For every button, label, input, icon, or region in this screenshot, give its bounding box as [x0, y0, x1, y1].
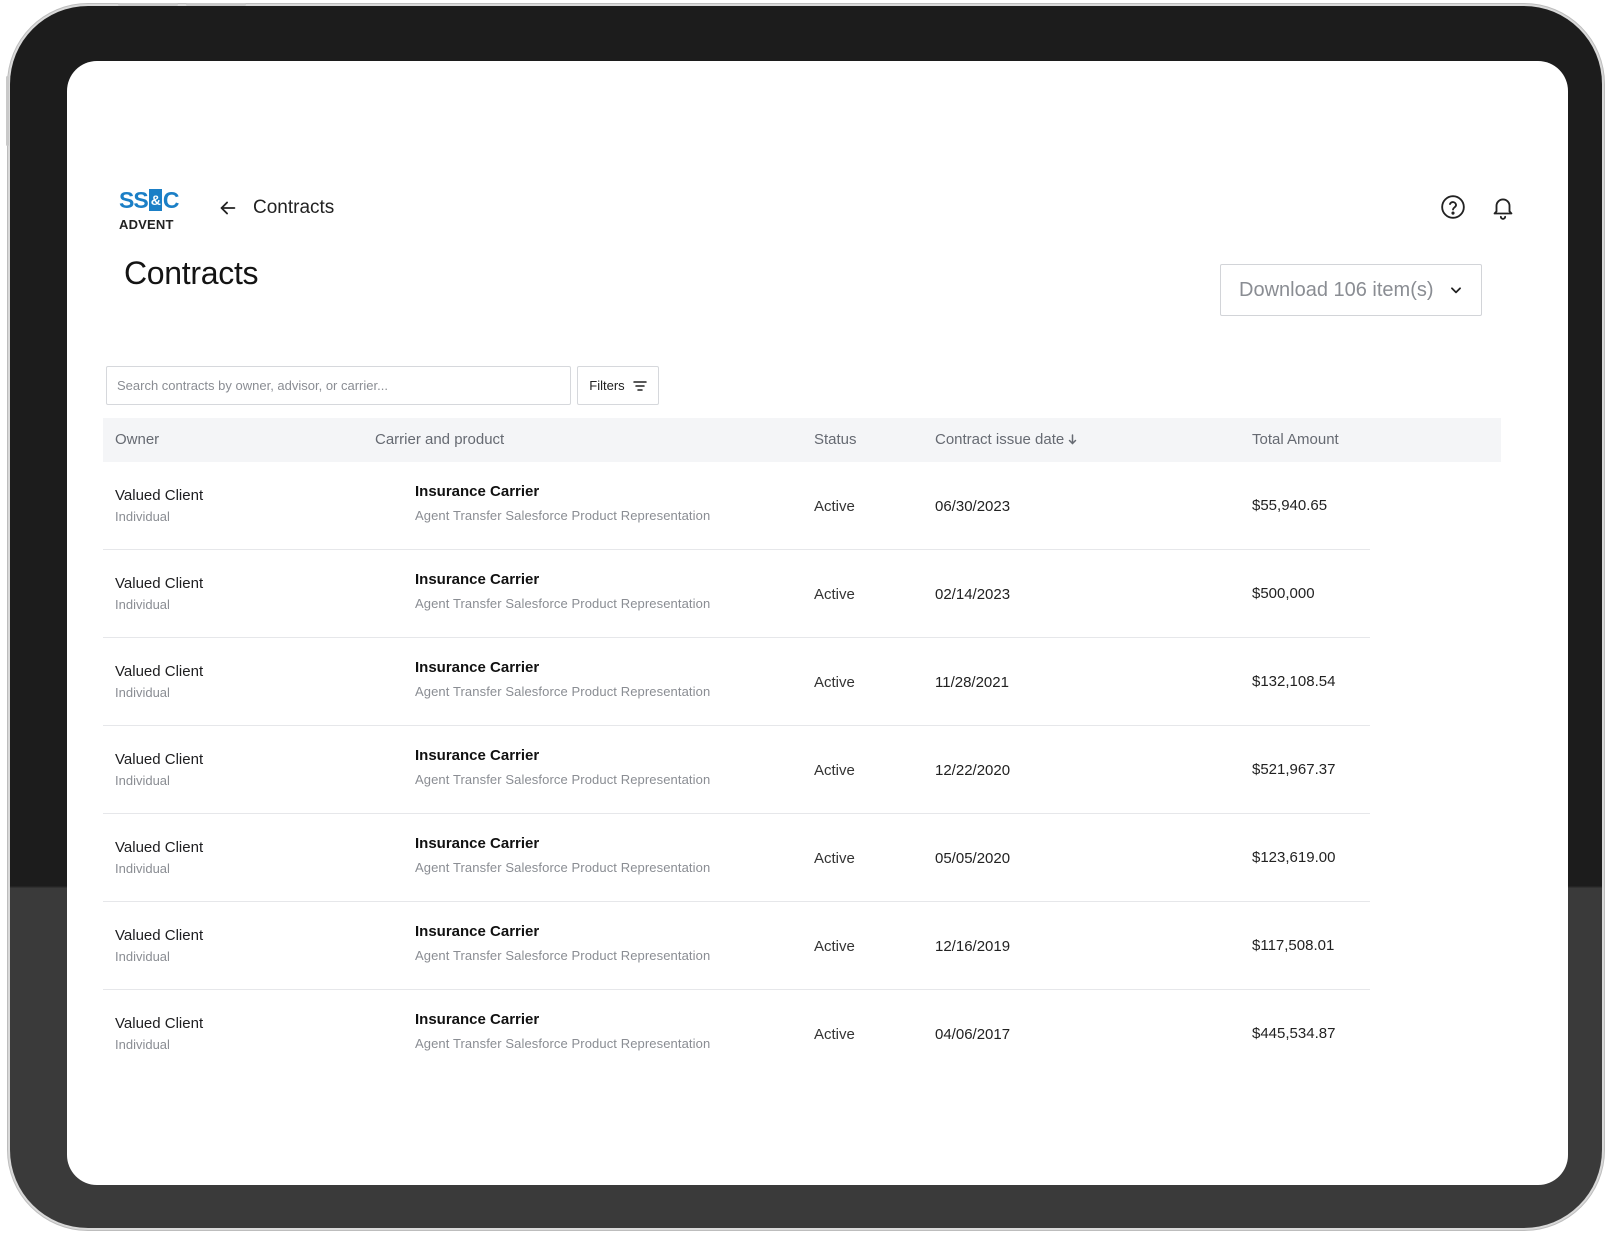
owner-name: Valued Client: [115, 839, 204, 856]
carrier-name: Insurance Carrier: [415, 483, 540, 500]
table-row[interactable]: Valued Client Individual Insurance Carri…: [103, 550, 1370, 638]
issue-date: 02/14/2023: [935, 586, 1011, 603]
owner-type: Individual: [115, 861, 170, 876]
arrow-left-icon[interactable]: [217, 197, 239, 219]
table-row[interactable]: Valued Client Individual Insurance Carri…: [103, 902, 1370, 990]
download-button-label: Download 106 item(s): [1239, 278, 1434, 301]
chevron-down-icon: [1451, 287, 1461, 294]
owner-name: Valued Client: [115, 1015, 204, 1032]
owner-type: Individual: [115, 1037, 170, 1052]
issue-date: 06/30/2023: [935, 498, 1011, 515]
total-amount: $55,940.65: [1252, 497, 1328, 514]
carrier-name: Insurance Carrier: [415, 747, 540, 764]
status-text: Active: [814, 498, 855, 515]
table-row[interactable]: Valued Client Individual Insurance Carri…: [103, 462, 1370, 550]
sort-arrow-down-icon: [1069, 434, 1077, 445]
total-amount: $117,508.01: [1252, 937, 1335, 954]
filter-lines-icon: [632, 380, 647, 391]
carrier-name: Insurance Carrier: [415, 659, 540, 676]
logo-text-amp: &: [148, 189, 162, 211]
column-header-carrier-product[interactable]: Carrier and product: [375, 431, 504, 448]
logo-wordmark: ADVENT: [119, 217, 174, 232]
search-input[interactable]: [106, 366, 571, 405]
filters-label: Filters: [589, 378, 625, 393]
column-header-total-amount[interactable]: Total Amount: [1252, 431, 1339, 448]
product-name: Agent Transfer Salesforce Product Repres…: [415, 772, 711, 787]
tablet-frame: SS & C ADVENT Contracts Contracts Download: [6, 3, 1602, 1228]
help-circle-icon[interactable]: [1440, 194, 1466, 220]
owner-type: Individual: [115, 685, 170, 700]
table-row[interactable]: Valued Client Individual Insurance Carri…: [103, 638, 1370, 726]
product-name: Agent Transfer Salesforce Product Repres…: [415, 948, 711, 963]
total-amount: $521,967.37: [1252, 761, 1336, 778]
device-top-button-2: [186, 3, 246, 6]
carrier-name: Insurance Carrier: [415, 835, 540, 852]
issue-date: 11/28/2021: [935, 674, 1009, 691]
table-row[interactable]: Valued Client Individual Insurance Carri…: [103, 726, 1370, 814]
owner-name: Valued Client: [115, 487, 204, 504]
breadcrumb: Contracts: [217, 197, 334, 219]
table-header: Owner Carrier and product Status Contrac…: [103, 418, 1501, 462]
owner-name: Valued Client: [115, 575, 204, 592]
issue-date: 05/05/2020: [935, 850, 1011, 867]
filters-button[interactable]: Filters: [577, 366, 659, 405]
total-amount: $445,534.87: [1252, 1025, 1336, 1042]
table-row[interactable]: Valued Client Individual Insurance Carri…: [103, 990, 1370, 1078]
total-amount: $123,619.00: [1252, 849, 1336, 866]
bell-icon[interactable]: [1490, 194, 1516, 220]
owner-type: Individual: [115, 949, 170, 964]
app-screen: SS & C ADVENT Contracts Contracts Download: [67, 61, 1568, 1185]
status-text: Active: [814, 674, 855, 691]
device-top-button: [118, 3, 178, 6]
owner-name: Valued Client: [115, 927, 204, 944]
table-row[interactable]: Valued Client Individual Insurance Carri…: [103, 814, 1370, 902]
page-title: Contracts: [124, 255, 259, 291]
carrier-name: Insurance Carrier: [415, 923, 540, 940]
owner-type: Individual: [115, 509, 170, 524]
status-text: Active: [814, 938, 855, 955]
product-name: Agent Transfer Salesforce Product Repres…: [415, 1036, 711, 1051]
product-name: Agent Transfer Salesforce Product Repres…: [415, 508, 711, 523]
column-header-owner[interactable]: Owner: [115, 431, 159, 448]
header-actions: [1440, 194, 1516, 220]
issue-date: 12/16/2019: [935, 938, 1011, 955]
column-header-issue-date[interactable]: Contract issue date: [935, 431, 1077, 448]
logo-mark: SS & C: [119, 187, 180, 213]
product-name: Agent Transfer Salesforce Product Repres…: [415, 860, 711, 875]
owner-name: Valued Client: [115, 751, 204, 768]
carrier-name: Insurance Carrier: [415, 571, 540, 588]
issue-date: 04/06/2017: [935, 1026, 1011, 1043]
carrier-name: Insurance Carrier: [415, 1011, 540, 1028]
column-header-status[interactable]: Status: [814, 431, 857, 448]
product-name: Agent Transfer Salesforce Product Repres…: [415, 684, 711, 699]
breadcrumb-label[interactable]: Contracts: [253, 197, 334, 219]
download-button[interactable]: Download 106 item(s): [1220, 264, 1482, 316]
device-side-button: [6, 76, 9, 146]
total-amount: $132,108.54: [1252, 673, 1336, 690]
total-amount: $500,000: [1252, 585, 1315, 602]
logo-text-ss: SS: [119, 187, 149, 213]
owner-type: Individual: [115, 773, 170, 788]
owner-name: Valued Client: [115, 663, 204, 680]
status-text: Active: [814, 1026, 855, 1043]
status-text: Active: [814, 762, 855, 779]
owner-type: Individual: [115, 597, 170, 612]
issue-date: 12/22/2020: [935, 762, 1011, 779]
column-header-issue-date-label: Contract issue date: [935, 431, 1065, 448]
product-name: Agent Transfer Salesforce Product Repres…: [415, 596, 711, 611]
status-text: Active: [814, 586, 855, 603]
logo-text-c: C: [162, 187, 180, 213]
status-text: Active: [814, 850, 855, 867]
ssc-advent-logo: SS & C ADVENT: [119, 187, 180, 232]
